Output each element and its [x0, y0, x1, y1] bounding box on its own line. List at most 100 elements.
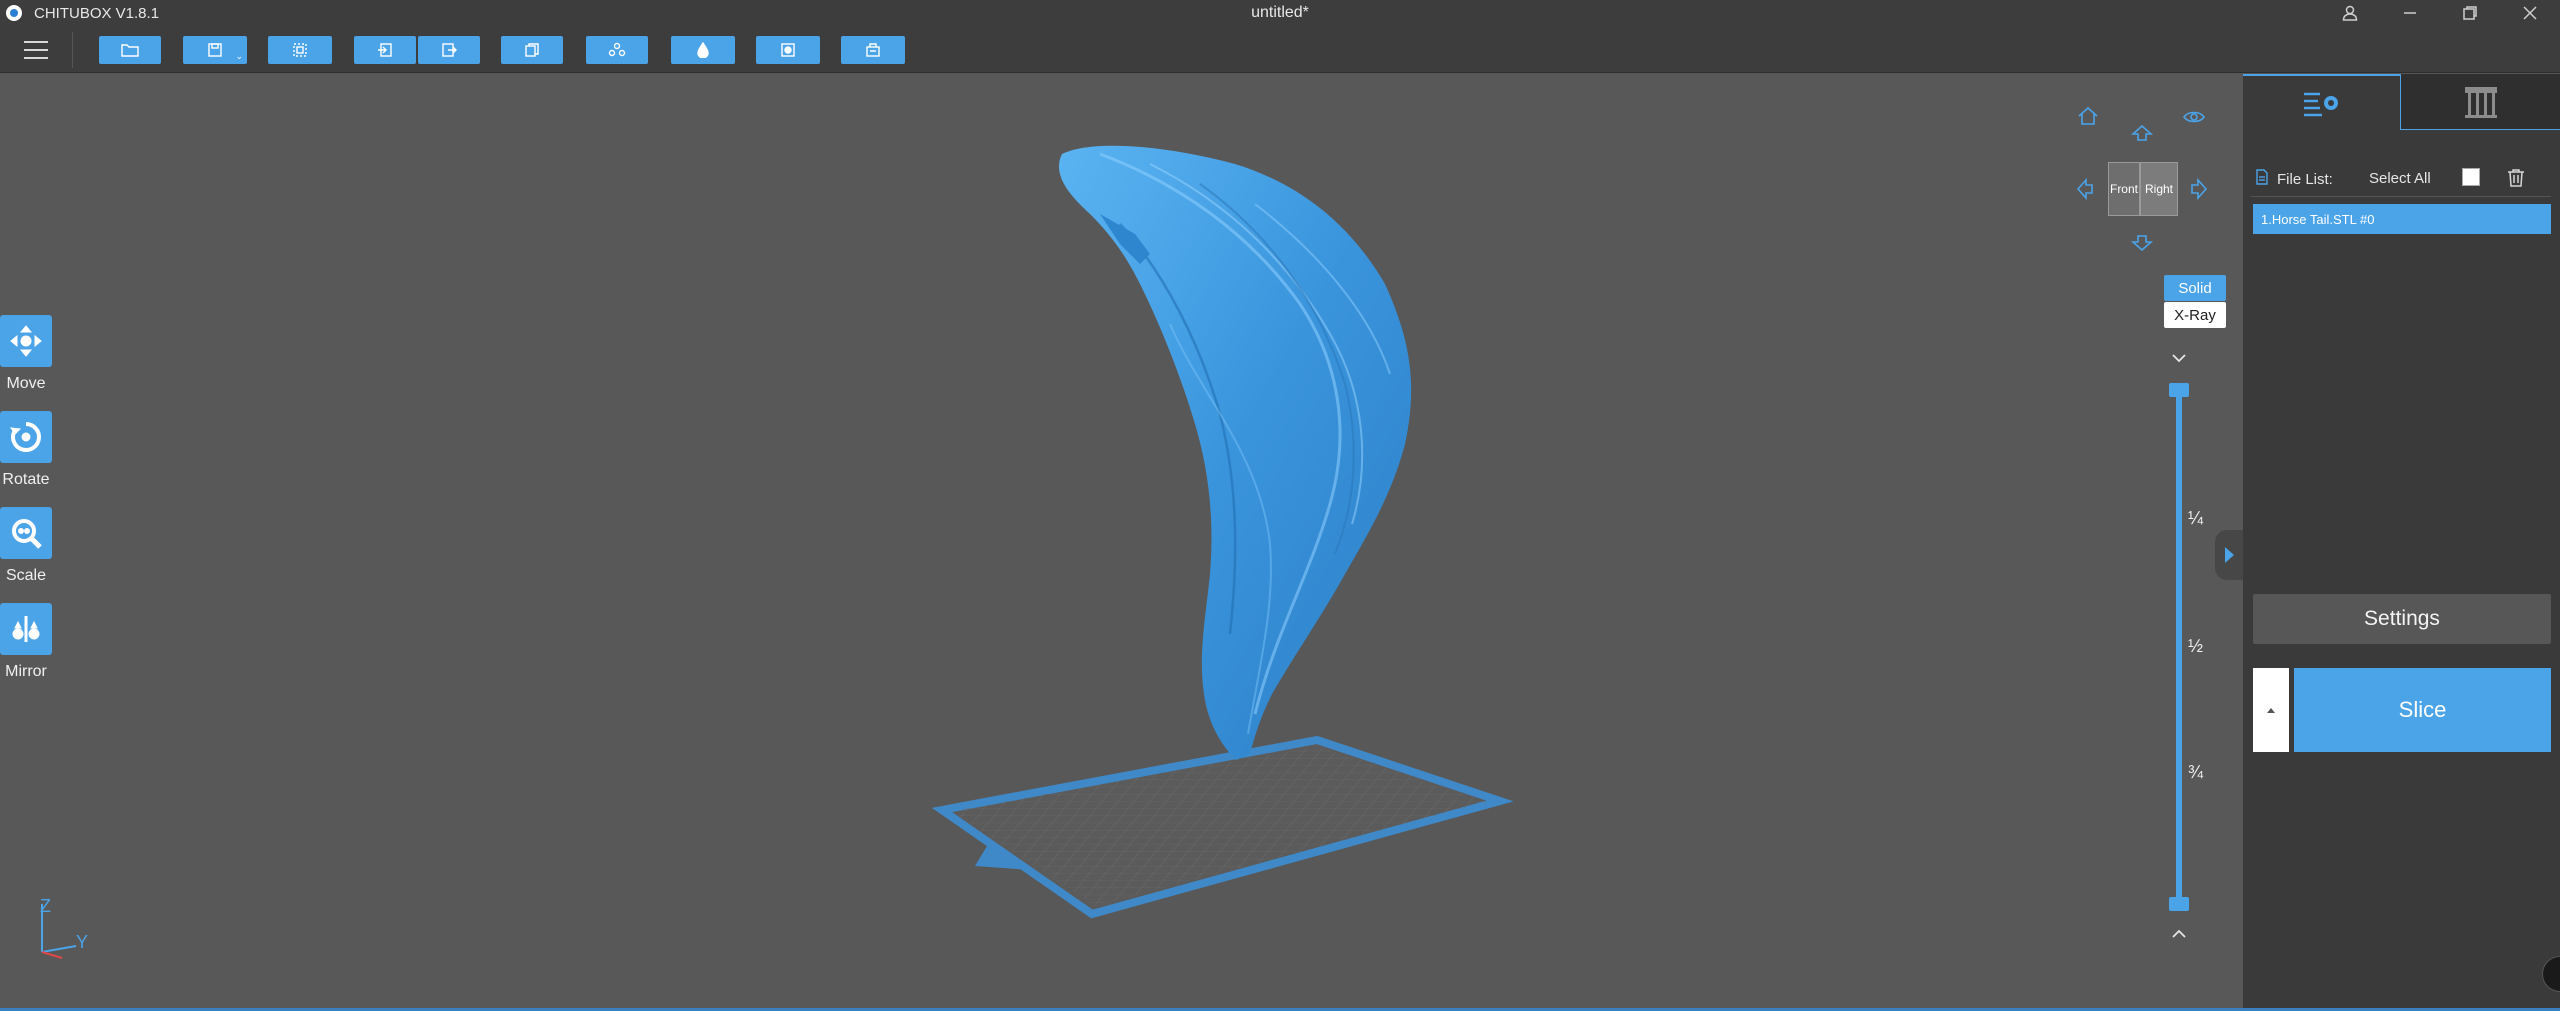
slider-expand-button[interactable] — [2169, 926, 2189, 945]
mirror-icon — [12, 616, 40, 642]
triangle-right-icon — [2225, 547, 2234, 563]
scene-canvas — [41, 145, 1514, 959]
view-top-button[interactable] — [2130, 124, 2154, 147]
supports-icon — [2464, 86, 2497, 118]
file-list-item[interactable]: 1.Horse Tail.STL #0 — [2253, 204, 2551, 234]
move-label: Move — [6, 375, 46, 392]
open-file-button[interactable] — [99, 36, 161, 64]
layer-slider-bottom-handle[interactable] — [2169, 897, 2189, 911]
hollow-button[interactable] — [671, 36, 735, 64]
export-button[interactable] — [418, 36, 480, 64]
3d-viewport[interactable]: Z Y — [0, 74, 2243, 1008]
scale-tool[interactable]: Scale — [0, 507, 52, 585]
close-button[interactable] — [2500, 0, 2560, 26]
toolbar-divider — [72, 32, 73, 68]
main-menu-button[interactable] — [22, 38, 50, 62]
clip-model-icon — [866, 43, 880, 57]
chitubox-window: CHITUBOX V1.8.1 untitled* ⌄ Z Y Move Rot… — [0, 0, 2560, 1011]
save-icon — [208, 43, 222, 57]
hollow-icon — [697, 42, 709, 58]
copy-icon — [525, 43, 539, 57]
mirror-tool[interactable]: Mirror — [0, 603, 52, 681]
select-all-checkbox[interactable] — [2462, 168, 2480, 186]
copy-button[interactable] — [501, 36, 563, 64]
arrow-down-icon — [2130, 235, 2154, 252]
minimize-icon — [2404, 12, 2416, 14]
drill-hole-icon — [781, 43, 795, 57]
import-button[interactable] — [354, 36, 416, 64]
file-list-divider — [2251, 196, 2551, 197]
clip-button[interactable] — [841, 36, 905, 64]
rotate-button[interactable] — [0, 411, 52, 463]
horse-tail-model — [1058, 145, 1412, 760]
rotate-tool[interactable]: Rotate — [0, 411, 52, 489]
panel-toggle-button[interactable] — [2215, 530, 2243, 580]
layer-slider-track[interactable] — [2176, 390, 2182, 904]
cube-front-face[interactable]: Front — [2108, 162, 2140, 216]
arrange-icon — [608, 42, 626, 57]
mirror-button[interactable] — [0, 603, 52, 655]
menu-line — [24, 57, 48, 59]
scale-button[interactable] — [0, 507, 52, 559]
title-bar: CHITUBOX V1.8.1 untitled* — [0, 0, 2560, 26]
tab-supports[interactable] — [2401, 74, 2560, 130]
view-cube[interactable]: Front Right — [2108, 162, 2178, 216]
move-tool[interactable]: Move — [0, 315, 52, 393]
chevron-down-icon — [2172, 354, 2186, 363]
minimize-button[interactable] — [2380, 0, 2440, 26]
slider-tick-half: ½ — [2188, 636, 2204, 656]
delete-button[interactable] — [2507, 168, 2525, 192]
slider-tick-quarter: ¼ — [2188, 508, 2204, 528]
dig-hole-button[interactable] — [756, 36, 820, 64]
trash-icon — [2508, 169, 2524, 187]
rotate-label: Rotate — [2, 471, 50, 488]
export-icon — [442, 43, 457, 57]
slice-options-button[interactable] — [2253, 668, 2289, 752]
chevron-up-icon — [2172, 929, 2186, 938]
view-left-button[interactable] — [2076, 177, 2096, 206]
view-bottom-button[interactable] — [2130, 234, 2154, 257]
slice-button[interactable]: Slice — [2294, 668, 2551, 752]
scale-label: Scale — [5, 567, 47, 584]
scale-icon — [12, 519, 42, 549]
settings-button[interactable]: Settings — [2253, 594, 2551, 644]
xray-mode-button[interactable]: X-Ray — [2164, 302, 2226, 328]
app-logo-icon — [6, 5, 22, 21]
triangle-up-icon — [2267, 708, 2275, 713]
select-all-models-button[interactable] — [268, 36, 332, 64]
tab-model-settings[interactable] — [2243, 74, 2401, 130]
file-list-label: File List: — [2277, 170, 2333, 188]
user-icon — [2342, 5, 2358, 21]
cube-right-face[interactable]: Right — [2140, 162, 2178, 216]
slider-collapse-button[interactable] — [2169, 352, 2189, 371]
home-view-button[interactable] — [2076, 104, 2100, 133]
import-icon — [378, 43, 392, 57]
move-icon — [10, 325, 42, 357]
move-button[interactable] — [0, 315, 52, 367]
file-list-header: File List: Select All — [2255, 168, 2550, 190]
solid-mode-button[interactable]: Solid — [2164, 275, 2226, 301]
slider-tick-three-quarters: ¾ — [2188, 762, 2204, 782]
auto-layout-button[interactable] — [586, 36, 648, 64]
save-button[interactable]: ⌄ — [183, 36, 247, 64]
restore-icon — [2463, 6, 2477, 20]
arrow-right-icon — [2191, 177, 2208, 201]
document-icon — [2255, 169, 2269, 189]
mirror-label: Mirror — [5, 663, 47, 680]
list-settings-icon — [2303, 92, 2338, 117]
select-all-label: Select All — [2369, 170, 2431, 187]
restore-button[interactable] — [2440, 0, 2500, 26]
right-panel: File List: Select All 1.Horse Tail.STL #… — [2243, 74, 2560, 1008]
window-controls — [2320, 0, 2560, 26]
account-button[interactable] — [2320, 0, 2380, 26]
document-title: untitled* — [1251, 4, 1309, 21]
close-icon — [2523, 6, 2537, 20]
arrow-left-icon — [2076, 177, 2093, 201]
y-axis-label: Y — [76, 932, 89, 952]
visibility-button[interactable] — [2182, 108, 2206, 131]
layer-slider-top-handle[interactable] — [2169, 383, 2189, 397]
rotate-icon — [9, 422, 41, 452]
home-icon — [2078, 106, 2098, 125]
app-name: CHITUBOX V1.8.1 — [34, 4, 160, 22]
view-right-button[interactable] — [2188, 177, 2208, 206]
